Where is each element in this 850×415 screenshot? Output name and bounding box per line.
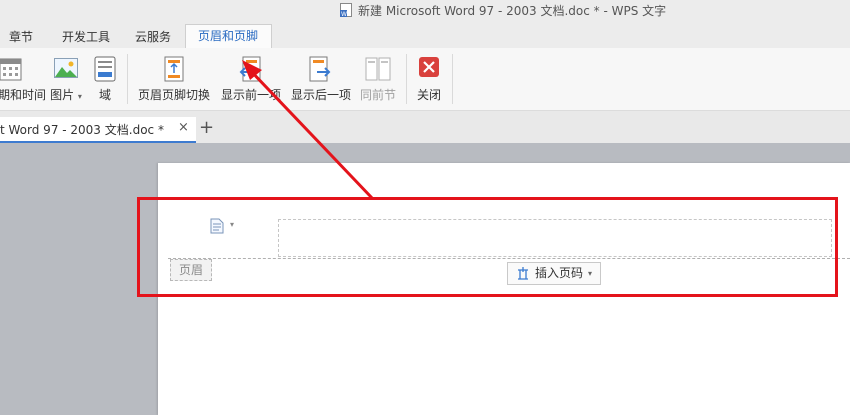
- same-as-previous-icon: [365, 56, 391, 85]
- close-label: 关闭: [416, 88, 441, 102]
- ribbon-separator: [452, 54, 453, 104]
- svg-text:W: W: [341, 11, 347, 17]
- calendar-icon: [0, 56, 22, 85]
- tab-chapter[interactable]: 章节: [9, 26, 33, 48]
- window-title-group: W 新建 Microsoft Word 97 - 2003 文档.doc * -…: [340, 1, 666, 21]
- ribbon-toolbar: 期和时间 图片 ▾ 域 页眉页脚切换 显示前一项 显示后一项 同前节 关闭: [0, 48, 850, 111]
- field-icon: [94, 56, 116, 85]
- picture-button[interactable]: 图片 ▾: [46, 54, 86, 106]
- window-title: 新建 Microsoft Word 97 - 2003 文档.doc * - W…: [358, 4, 667, 18]
- show-next-icon: [308, 56, 332, 85]
- document-tab-strip: t Word 97 - 2003 文档.doc * × +: [0, 111, 850, 143]
- field-label: 域: [98, 88, 111, 102]
- field-button[interactable]: 域: [90, 54, 120, 106]
- wps-document-icon: W: [340, 3, 352, 18]
- menu-tabs: 章节 开发工具 云服务 页眉和页脚: [0, 22, 850, 49]
- date-time-label: 期和时间: [0, 88, 47, 102]
- tab-cloud-services[interactable]: 云服务: [135, 26, 171, 48]
- show-previous-icon: [238, 56, 262, 85]
- tab-header-footer[interactable]: 页眉和页脚: [185, 24, 272, 48]
- ribbon-separator: [127, 54, 128, 104]
- new-tab-plus-icon[interactable]: +: [199, 119, 214, 137]
- title-bar: W 新建 Microsoft Word 97 - 2003 文档.doc * -…: [0, 0, 850, 22]
- ribbon-separator: [406, 54, 407, 104]
- close-header-footer-button[interactable]: 关闭: [412, 54, 446, 106]
- picture-label: 图片 ▾: [50, 88, 82, 102]
- picture-icon: [54, 56, 78, 83]
- date-time-button[interactable]: 期和时间: [0, 54, 47, 106]
- same-as-previous-label: 同前节: [359, 88, 396, 102]
- close-icon: [418, 56, 440, 81]
- picture-dropdown-caret: ▾: [77, 92, 82, 101]
- same-as-previous-button[interactable]: 同前节: [357, 54, 399, 106]
- header-footer-switch-button[interactable]: 页眉页脚切换: [135, 54, 213, 106]
- tab-developer-tools[interactable]: 开发工具: [62, 26, 110, 48]
- header-footer-switch-icon: [163, 56, 185, 85]
- annotation-highlight-box: [137, 197, 838, 297]
- show-next-button[interactable]: 显示后一项: [288, 54, 354, 106]
- document-tab-close-icon[interactable]: ×: [178, 120, 189, 135]
- document-tab-name: t Word 97 - 2003 文档.doc *: [0, 123, 164, 137]
- header-footer-switch-label: 页眉页脚切换: [137, 88, 210, 102]
- show-previous-label: 显示前一项: [220, 88, 281, 102]
- show-next-label: 显示后一项: [290, 88, 351, 102]
- document-tab[interactable]: t Word 97 - 2003 文档.doc * ×: [0, 117, 196, 143]
- show-previous-button[interactable]: 显示前一项: [218, 54, 284, 106]
